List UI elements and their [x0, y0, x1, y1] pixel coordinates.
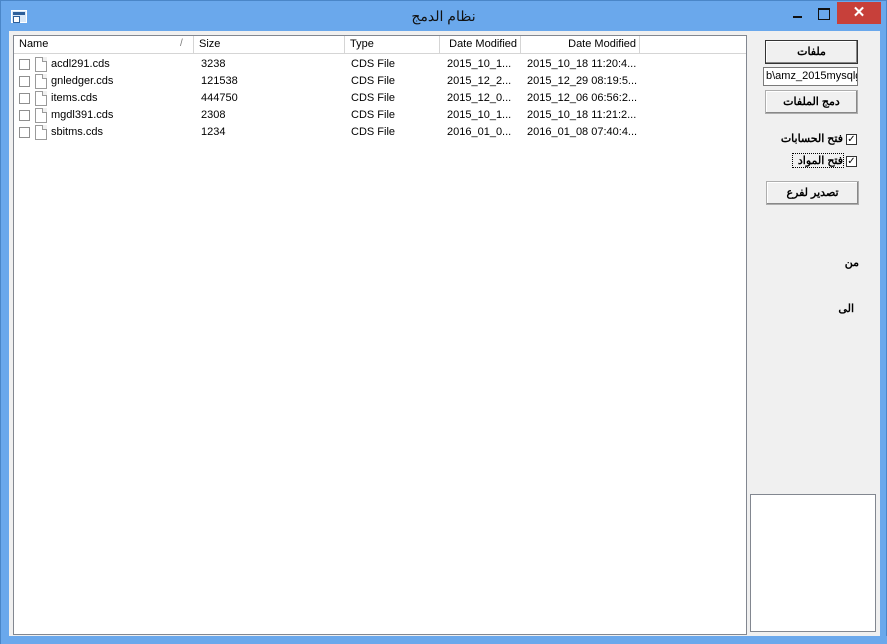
minimize-icon[interactable]: [784, 5, 810, 23]
sort-indicator-icon: /: [180, 38, 183, 49]
file-date-short: 2016_01_0...: [447, 126, 512, 138]
row-checkbox[interactable]: [19, 110, 30, 121]
row-checkbox[interactable]: [19, 127, 30, 138]
to-label: الى: [838, 303, 854, 315]
file-icon: [35, 91, 47, 106]
main-window: نظام الدمج ✕ Name / Size Type Date Modif…: [0, 0, 887, 644]
file-date-short: 2015_10_1...: [447, 109, 512, 121]
row-checkbox[interactable]: [19, 93, 30, 104]
maximize-icon[interactable]: [810, 5, 836, 23]
file-type: CDS File: [351, 58, 396, 70]
close-icon[interactable]: ✕: [837, 2, 881, 24]
file-name: acdl291.cds: [51, 58, 110, 70]
file-type: CDS File: [351, 109, 396, 121]
file-date-full: 2016_01_08 07:40:4...: [527, 126, 638, 138]
open-items-checkbox[interactable]: ✓: [846, 156, 857, 167]
file-type: CDS File: [351, 92, 396, 104]
table-row[interactable]: items.cds 444750 CDS File 2015_12_0... 2015_…: [14, 90, 746, 107]
column-header-name[interactable]: Name: [14, 36, 194, 54]
files-button[interactable]: ملفات: [765, 40, 858, 64]
file-size: 2308: [201, 109, 226, 121]
row-checkbox[interactable]: [19, 76, 30, 87]
open-accounts-checkbox[interactable]: ✓: [846, 134, 857, 145]
file-date-short: 2015_12_2...: [447, 75, 512, 87]
row-checkbox[interactable]: [19, 59, 30, 70]
log-memo[interactable]: [750, 494, 876, 632]
file-date-full: 2015_12_29 08:19:5...: [527, 75, 638, 87]
column-header-date-modified[interactable]: Date Modified: [440, 36, 521, 54]
file-rows: acdl291.cds 3238 CDS File 2015_10_1... 2015_…: [14, 56, 746, 141]
file-size: 444750: [201, 92, 238, 104]
from-label: من: [844, 257, 859, 269]
file-size: 1234: [201, 126, 226, 138]
file-name: items.cds: [51, 92, 98, 104]
file-name: mgdl391.cds: [51, 109, 114, 121]
path-input[interactable]: b\amz_2015mysqlg: [763, 67, 858, 86]
file-size: 3238: [201, 58, 226, 70]
file-type: CDS File: [351, 75, 396, 87]
window-bottom-border: [1, 636, 887, 644]
column-header-size[interactable]: Size: [194, 36, 345, 54]
open-accounts-label[interactable]: فتح الحسابات: [769, 132, 843, 145]
file-date-short: 2015_10_1...: [447, 58, 512, 70]
file-name: sbitms.cds: [51, 126, 103, 138]
file-icon: [35, 57, 47, 72]
column-header-date-modified-full[interactable]: Date Modified: [521, 36, 640, 54]
list-header: Name / Size Type Date Modified Date Modi…: [14, 36, 746, 54]
open-items-label[interactable]: فتح المواد: [792, 153, 844, 168]
merge-files-button[interactable]: دمج الملفات: [765, 90, 858, 114]
file-date-full: 2015_10_18 11:20:4...: [527, 58, 637, 70]
file-date-short: 2015_12_0...: [447, 92, 512, 104]
table-row[interactable]: gnledger.cds 121538 CDS File 2015_12_2... 20…: [14, 73, 746, 90]
file-date-full: 2015_10_18 11:21:2...: [527, 109, 637, 121]
window-title: نظام الدمج: [411, 8, 476, 24]
file-date-full: 2015_12_06 06:56:2...: [527, 92, 638, 104]
table-row[interactable]: mgdl391.cds 2308 CDS File 2015_10_1... 2015_…: [14, 107, 746, 124]
column-header-type[interactable]: Type: [345, 36, 440, 54]
file-icon: [35, 74, 47, 89]
title-bar[interactable]: نظام الدمج ✕: [1, 1, 886, 31]
table-row[interactable]: sbitms.cds 1234 CDS File 2016_01_0... 2016_0…: [14, 124, 746, 141]
file-type: CDS File: [351, 126, 396, 138]
file-size: 121538: [201, 75, 238, 87]
file-icon: [35, 108, 47, 123]
export-to-branch-button[interactable]: تصدير لفرع: [766, 181, 859, 205]
file-name: gnledger.cds: [51, 75, 114, 87]
file-icon: [35, 125, 47, 140]
client-area: Name / Size Type Date Modified Date Modi…: [9, 31, 880, 636]
file-list-view[interactable]: Name / Size Type Date Modified Date Modi…: [13, 35, 747, 635]
table-row[interactable]: acdl291.cds 3238 CDS File 2015_10_1... 2015_…: [14, 56, 746, 73]
